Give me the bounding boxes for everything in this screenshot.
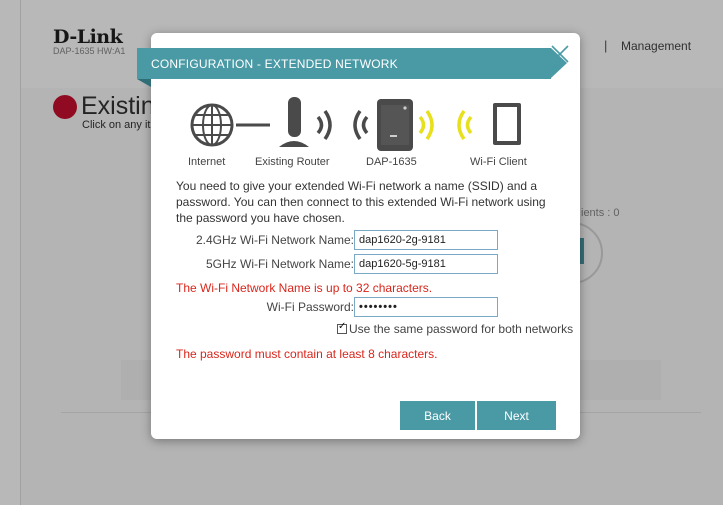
ssid-5-label: 5GHz Wi-Fi Network Name:	[205, 257, 354, 271]
close-icon	[551, 45, 569, 63]
banner-fold	[137, 79, 151, 87]
close-button[interactable]	[549, 43, 571, 65]
globe-icon	[190, 103, 234, 147]
password-error-message: The password must contain at least 8 cha…	[176, 347, 438, 361]
password-label: Wi-Fi Password:	[266, 300, 354, 314]
diagram-label-router: Existing Router	[255, 156, 330, 168]
ssid-error-message: The Wi-Fi Network Name is up to 32 chara…	[176, 281, 433, 295]
same-password-option[interactable]: Use the same password for both networks	[337, 321, 574, 336]
password-row: Wi-Fi Password:	[151, 297, 580, 317]
ssid-5-input[interactable]	[354, 254, 498, 274]
intro-text: You need to give your extended Wi-Fi net…	[176, 179, 546, 225]
ssid-24-input[interactable]	[354, 230, 498, 250]
dialog-title: CONFIGURATION - EXTENDED NETWORK	[151, 56, 398, 71]
config-dialog: CONFIGURATION - EXTENDED NETWORK Interne…	[137, 33, 580, 439]
ssid-5-row: 5GHz Wi-Fi Network Name:	[151, 254, 580, 274]
ssid-24-row: 2.4GHz Wi-Fi Network Name:	[151, 230, 580, 250]
checkbox-icon[interactable]	[337, 321, 347, 334]
same-password-label: Use the same password for both networks	[349, 322, 574, 336]
password-input[interactable]	[354, 297, 498, 317]
next-button[interactable]: Next	[477, 401, 556, 430]
diagram-label-internet: Internet	[188, 156, 226, 168]
diagram-label-client: Wi-Fi Client	[470, 156, 527, 168]
extender-icon	[377, 99, 413, 151]
dialog-title-banner: CONFIGURATION - EXTENDED NETWORK	[137, 48, 567, 79]
diagram-label-extender: DAP-1635	[366, 156, 417, 168]
router-icon	[279, 97, 309, 147]
ssid-24-label: 2.4GHz Wi-Fi Network Name:	[195, 233, 354, 247]
back-button[interactable]: Back	[400, 401, 475, 430]
tablet-icon	[493, 103, 521, 145]
